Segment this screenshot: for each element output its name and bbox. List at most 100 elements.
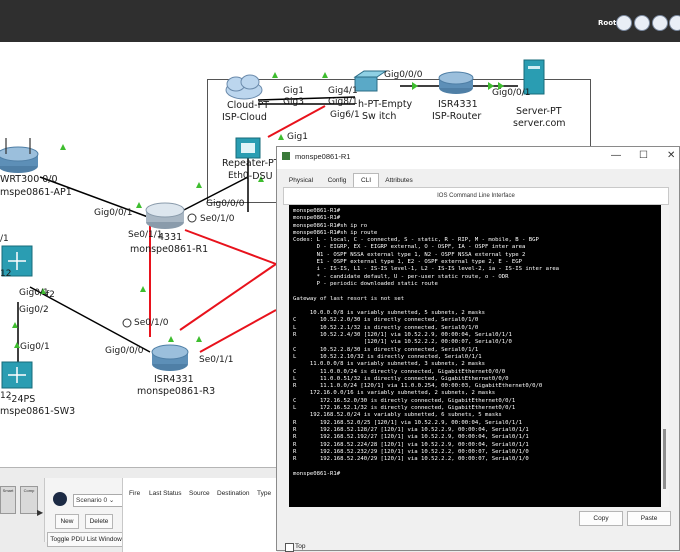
tab-attributes[interactable]: Attributes bbox=[379, 173, 419, 188]
link-up-marker bbox=[322, 72, 328, 78]
new-button[interactable]: New bbox=[55, 514, 79, 529]
server-name: Server-PT bbox=[516, 106, 562, 117]
cli-line: R 192.168.52.192/27 [120/1] via 10.52.2.… bbox=[293, 434, 529, 441]
switch-label: Sw itch bbox=[362, 111, 397, 122]
cli-line: 10.0.0.0/8 is variably subnetted, 5 subn… bbox=[293, 310, 485, 317]
server-label: server.com bbox=[513, 118, 566, 129]
tab-physical[interactable]: Physical bbox=[283, 173, 319, 188]
close-icon[interactable]: ✕ bbox=[667, 150, 675, 161]
cli-line: [120/1] via 10.52.2.2, 00:00:07, Serial0… bbox=[293, 339, 512, 346]
repeater-icon bbox=[235, 137, 261, 159]
cli-line: R 192.168.52.0/25 [120/1] via 10.52.2.9,… bbox=[293, 419, 523, 426]
router-app-icon bbox=[282, 152, 290, 160]
port-label: Se0/1/0 bbox=[200, 214, 235, 224]
sw3-switch-icon bbox=[1, 361, 33, 389]
scenario-panel: Scenario 0 ⌄ New Delete Toggle PDU List … bbox=[44, 478, 125, 547]
port-label: Gig1 bbox=[287, 132, 308, 142]
root-label: Root bbox=[598, 19, 617, 27]
cli-line: monspe0861-R1#sh ip ro bbox=[293, 222, 368, 229]
realtime-icon[interactable] bbox=[53, 492, 67, 506]
cli-line: monspe0861-R1#sh ip route bbox=[293, 229, 378, 236]
cli-line: N1 - OSPF NSSA external type 1, N2 - OSP… bbox=[293, 251, 526, 258]
port-label: Se0/1/1 bbox=[199, 355, 234, 365]
port-label: Gig1 bbox=[283, 86, 304, 96]
cli-line bbox=[293, 288, 657, 295]
minimize-icon[interactable]: — bbox=[611, 150, 621, 161]
scrollbar-thumb[interactable] bbox=[663, 429, 666, 489]
column-header: Destination bbox=[217, 490, 250, 497]
r3-name: ISR4331 bbox=[154, 374, 194, 385]
window-title: monspe0861-R1 bbox=[295, 152, 351, 161]
cli-line bbox=[293, 303, 657, 310]
port-label: Gig3 bbox=[283, 97, 304, 107]
tab-cli[interactable]: CLI bbox=[353, 173, 379, 187]
port-label: Gig0/0/0 bbox=[384, 70, 423, 80]
cli-line: R 11.1.0.0/24 [120/1] via 11.0.0.254, 00… bbox=[293, 383, 543, 390]
column-header: Type bbox=[257, 490, 272, 497]
link-up-marker bbox=[196, 182, 202, 188]
link-up-marker bbox=[168, 336, 174, 342]
window-titlebar[interactable]: monspe0861-R1 — ☐ ✕ bbox=[277, 147, 679, 169]
link-up-marker bbox=[278, 134, 284, 140]
navigate-icon[interactable] bbox=[669, 15, 680, 31]
cli-line: monspe0861-R1# bbox=[293, 215, 341, 222]
cli-line: monspe0861-R1# bbox=[293, 470, 341, 477]
copy-button[interactable]: Copy bbox=[579, 511, 623, 526]
paste-button[interactable]: Paste bbox=[627, 511, 671, 526]
cli-line: 192.168.52.0/24 is variably subnetted, 6… bbox=[293, 412, 502, 419]
switch-name: h-PT-Empty bbox=[358, 99, 413, 110]
port-label: Gig8/1 bbox=[328, 97, 358, 107]
cli-line: L 10.52.2.1/32 is directly connected, Se… bbox=[293, 324, 479, 331]
port-label: Se0/1/0 bbox=[134, 318, 169, 328]
delete-button[interactable]: Delete bbox=[85, 514, 113, 529]
cli-line: C 11.0.0.0/24 is directly connected, Gig… bbox=[293, 368, 506, 375]
toggle-pdu-list-button[interactable]: Toggle PDU List Window bbox=[47, 532, 125, 547]
port-label: Gig0/0/1 bbox=[492, 88, 531, 98]
back-icon[interactable] bbox=[616, 15, 632, 31]
clock-icon bbox=[187, 213, 197, 223]
cli-line: L 10.52.2.10/32 is directly connected, S… bbox=[293, 353, 482, 360]
cluster-icon[interactable] bbox=[634, 15, 650, 31]
scenario-select[interactable]: Scenario 0 ⌄ bbox=[73, 494, 123, 507]
link-up-marker bbox=[140, 286, 146, 292]
cli-terminal[interactable]: monspe0861-R1# monspe0861-R1# monspe0861-R… bbox=[289, 205, 661, 507]
sw3-label: mspe0861-SW3 bbox=[0, 406, 76, 417]
expand-arrow-icon[interactable]: ▶ bbox=[37, 508, 43, 517]
tab-config[interactable]: Config bbox=[321, 173, 353, 188]
maximize-icon[interactable]: ☐ bbox=[639, 150, 648, 161]
link-up-marker bbox=[196, 336, 202, 342]
ap-label: mspe0861-AP1 bbox=[0, 187, 72, 198]
r1-label: monspe0861-R1 bbox=[130, 244, 209, 255]
cloud-name: Cloud-PT bbox=[227, 100, 270, 111]
scenario-value: Scenario 0 bbox=[76, 497, 108, 504]
device-type-label: Smart bbox=[2, 488, 14, 493]
port-label: Gig4/1 bbox=[328, 86, 358, 96]
port-label: 12 bbox=[0, 391, 12, 401]
cli-scrollbar[interactable] bbox=[661, 205, 669, 507]
cli-line: D - EIGRP, EX - EIGRP external, O - OSPF… bbox=[293, 244, 526, 251]
cli-line bbox=[293, 463, 657, 470]
port-label: Gig0/2 bbox=[19, 305, 49, 315]
r3-router-icon bbox=[151, 344, 189, 371]
serial-link-r3-right-b bbox=[179, 263, 277, 331]
port-label: Se0/1/1 bbox=[128, 230, 163, 240]
cli-line: E1 - OSPF external type 1, E2 - OSPF ext… bbox=[293, 259, 523, 266]
isp-router-icon bbox=[438, 71, 474, 94]
cli-line: Gateway of last resort is not set bbox=[293, 295, 405, 302]
port-label: Gig0/0/0 bbox=[206, 199, 245, 209]
link-up-marker bbox=[272, 72, 278, 78]
cli-line: i - IS-IS, L1 - IS-IS level-1, L2 - IS-I… bbox=[293, 266, 560, 273]
cloud-icon bbox=[225, 74, 263, 100]
column-header: Fire bbox=[129, 490, 141, 497]
device-type-item[interactable]: Smart bbox=[0, 486, 16, 514]
device-type-item[interactable]: Comp bbox=[20, 486, 38, 514]
device-config-window: monspe0861-R1 — ☐ ✕ Physical Config CLI … bbox=[276, 146, 680, 552]
viewport-icon[interactable] bbox=[652, 15, 668, 31]
ap-name: WRT300 0/0 bbox=[0, 174, 58, 185]
isp-router-name: ISR4331 bbox=[438, 99, 478, 110]
switch-icon bbox=[353, 70, 388, 92]
cli-line: R 10.52.2.4/30 [120/1] via 10.52.2.9, 00… bbox=[293, 332, 512, 339]
port-label: /1 bbox=[0, 234, 9, 244]
r1-router-icon bbox=[145, 202, 185, 229]
cli-line: C 172.16.52.0/30 is directly connected, … bbox=[293, 397, 516, 404]
